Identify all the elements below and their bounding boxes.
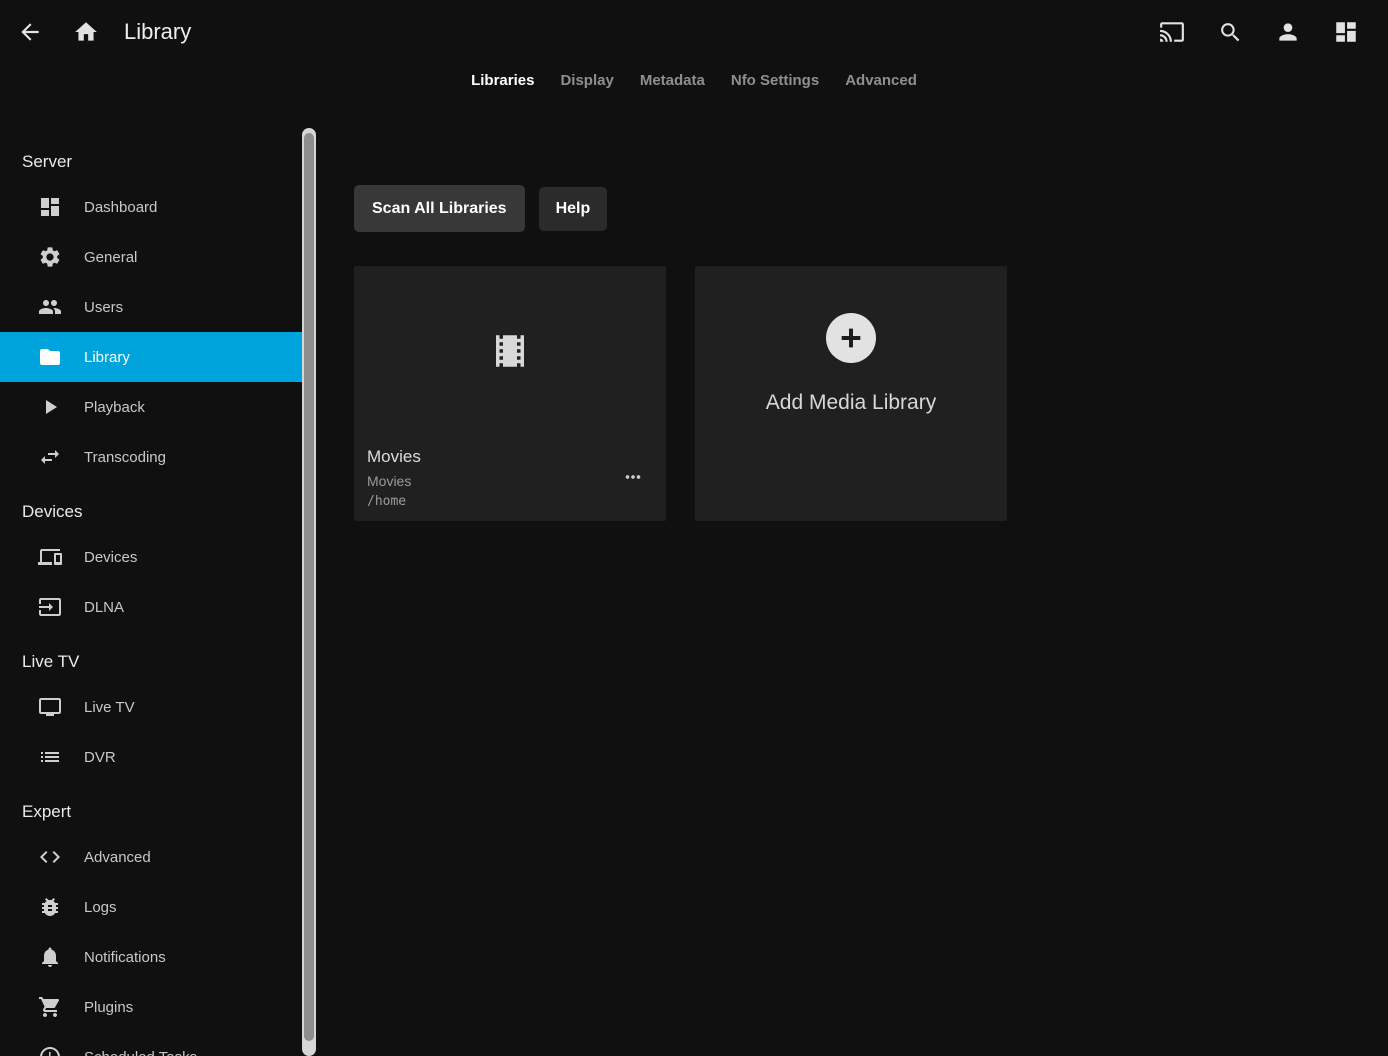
sidebar-item-transcoding[interactable]: Transcoding: [0, 432, 303, 482]
library-card-content-type: Movies: [367, 473, 650, 489]
sidebar-item-label: Notifications: [84, 949, 166, 966]
film-strip-icon: [489, 330, 531, 372]
sidebar-item-live-tv[interactable]: Live TV: [0, 682, 303, 732]
tab-metadata[interactable]: Metadata: [627, 64, 718, 97]
sidebar-item-advanced[interactable]: Advanced: [0, 832, 303, 882]
cart-icon: [38, 995, 62, 1019]
back-arrow-icon: [17, 19, 43, 45]
plus-icon: [835, 322, 867, 354]
user-icon: [1275, 19, 1301, 45]
tab-nfo-settings[interactable]: Nfo Settings: [718, 64, 832, 97]
sidebar-item-label: Playback: [84, 399, 145, 416]
sidebar-item-devices[interactable]: Devices: [0, 532, 303, 582]
users-icon: [38, 295, 62, 319]
scan-all-libraries-button[interactable]: Scan All Libraries: [354, 185, 525, 232]
admin-sidebar: Server Dashboard General Users Library: [0, 128, 317, 1056]
sidebar-item-label: Plugins: [84, 999, 133, 1016]
sidebar-item-scheduled-tasks[interactable]: Scheduled Tasks: [0, 1032, 303, 1056]
help-button[interactable]: Help: [539, 187, 608, 231]
cast-button[interactable]: [1158, 18, 1186, 46]
bell-icon: [38, 945, 62, 969]
library-settings-main: Scan All Libraries Help Movies Movies /h…: [317, 128, 1388, 1056]
sidebar-item-label: Users: [84, 299, 123, 316]
settings-tab-bar: Libraries Display Metadata Nfo Settings …: [0, 64, 1388, 97]
sidebar-item-label: Scheduled Tasks: [84, 1049, 197, 1056]
folder-icon: [38, 345, 62, 369]
user-menu-button[interactable]: [1274, 18, 1302, 46]
search-icon: [1218, 20, 1243, 45]
add-media-library-card[interactable]: Add Media Library: [695, 266, 1007, 521]
sidebar-item-dashboard[interactable]: Dashboard: [0, 182, 303, 232]
app-header: Library: [0, 0, 1388, 64]
gear-icon: [38, 245, 62, 269]
more-horizontal-icon: [622, 466, 646, 488]
library-card-movies: Movies Movies /home: [354, 266, 666, 521]
tab-advanced[interactable]: Advanced: [832, 64, 930, 97]
library-card-image[interactable]: [354, 266, 666, 435]
sidebar-heading-expert: Expert: [0, 792, 317, 832]
library-card-menu-button[interactable]: [622, 465, 646, 489]
sidebar-item-label: Devices: [84, 549, 137, 566]
sidebar-heading-devices: Devices: [0, 492, 317, 532]
sidebar-heading-live-tv: Live TV: [0, 642, 317, 682]
sidebar-item-label: DLNA: [84, 599, 124, 616]
add-media-library-label: Add Media Library: [766, 391, 936, 415]
tab-libraries[interactable]: Libraries: [458, 64, 547, 97]
sidebar-item-label: Transcoding: [84, 449, 166, 466]
sidebar-item-label: General: [84, 249, 137, 266]
sidebar-scrollbar[interactable]: [302, 128, 316, 1056]
sidebar-item-label: Dashboard: [84, 199, 157, 216]
dashboard-icon: [38, 195, 62, 219]
sidebar-item-logs[interactable]: Logs: [0, 882, 303, 932]
library-card-title[interactable]: Movies: [367, 447, 650, 467]
dashboard-menu-button[interactable]: [1332, 18, 1360, 46]
sidebar-heading-server: Server: [0, 142, 317, 182]
sidebar-item-library[interactable]: Library: [0, 332, 303, 382]
input-icon: [38, 595, 62, 619]
tab-display[interactable]: Display: [547, 64, 626, 97]
play-icon: [38, 395, 62, 419]
library-card-body: Movies Movies /home: [354, 435, 666, 509]
swap-arrows-icon: [38, 445, 62, 469]
dashboard-grid-icon: [1333, 19, 1359, 45]
home-button[interactable]: [72, 18, 100, 46]
sidebar-item-label: Live TV: [84, 699, 135, 716]
devices-icon: [38, 545, 62, 569]
library-card-path: /home: [367, 494, 650, 509]
clock-icon: [38, 1045, 62, 1056]
tv-icon: [38, 695, 62, 719]
sidebar-item-label: Library: [84, 349, 130, 366]
code-icon: [38, 845, 62, 869]
cast-icon: [1159, 19, 1185, 45]
sidebar-item-label: Advanced: [84, 849, 151, 866]
content-area: Server Dashboard General Users Library: [0, 128, 1388, 1056]
sidebar-scrollbar-thumb[interactable]: [304, 133, 314, 1041]
sidebar-item-users[interactable]: Users: [0, 282, 303, 332]
sidebar-item-plugins[interactable]: Plugins: [0, 982, 303, 1032]
bug-icon: [38, 895, 62, 919]
search-button[interactable]: [1216, 18, 1244, 46]
sidebar-item-label: Logs: [84, 899, 117, 916]
library-actions-row: Scan All Libraries Help: [354, 185, 1388, 232]
library-cards: Movies Movies /home Add Media Li: [354, 266, 1388, 521]
back-button[interactable]: [16, 18, 44, 46]
page-title: Library: [124, 19, 191, 45]
sidebar-item-dvr[interactable]: DVR: [0, 732, 303, 782]
sidebar-item-playback[interactable]: Playback: [0, 382, 303, 432]
home-icon: [73, 19, 99, 45]
list-icon: [38, 745, 62, 769]
sidebar-item-notifications[interactable]: Notifications: [0, 932, 303, 982]
header-actions: [1158, 18, 1372, 46]
sidebar-item-dlna[interactable]: DLNA: [0, 582, 303, 632]
sidebar-item-label: DVR: [84, 749, 116, 766]
plus-circle: [826, 313, 876, 363]
sidebar-item-general[interactable]: General: [0, 232, 303, 282]
